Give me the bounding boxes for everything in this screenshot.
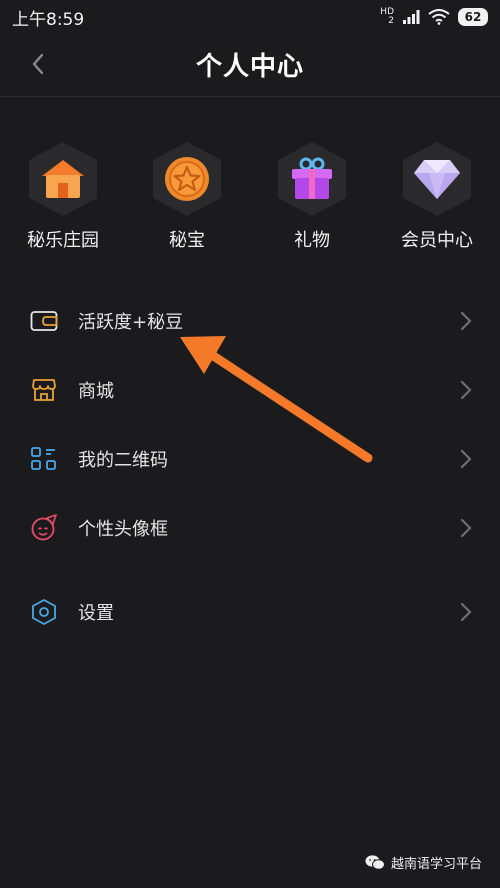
menu-item-store[interactable]: 商城 <box>0 360 500 420</box>
menu-label: 个性头像框 <box>78 519 168 540</box>
wallet-icon <box>30 311 58 331</box>
grid-label: 会员中心 <box>401 230 473 251</box>
app-header: 个人中心 <box>0 34 500 97</box>
wifi-icon <box>428 9 450 25</box>
status-icons: HD 2 62 <box>380 8 488 26</box>
hd-indicator: HD 2 <box>380 7 394 26</box>
grid-item-garden[interactable]: 秘乐庄园 <box>8 140 118 252</box>
menu-item-activity[interactable]: 活跃度+秘豆 <box>0 291 500 351</box>
status-bar: 上午8:59 HD 2 62 <box>0 0 500 34</box>
star-coin-icon <box>165 157 209 201</box>
gift-icon <box>292 157 332 199</box>
grid-label: 秘乐庄园 <box>27 230 99 251</box>
menu-item-settings[interactable]: 设置 <box>0 582 500 642</box>
menu-label: 商城 <box>78 381 114 402</box>
grid-item-gift[interactable]: 礼物 <box>257 140 367 252</box>
diamond-icon <box>414 160 460 199</box>
grid-label: 礼物 <box>294 230 330 251</box>
menu-label: 我的二维码 <box>78 450 168 471</box>
feature-grid: 秘乐庄园 秘宝 礼物 会员中心 <box>0 140 500 260</box>
grid-item-membership[interactable]: 会员中心 <box>382 140 492 252</box>
qrcode-icon <box>31 447 56 470</box>
status-time: 上午8:59 <box>12 9 85 30</box>
chevron-right-icon <box>460 380 472 400</box>
chevron-right-icon <box>460 449 472 469</box>
page-title: 个人中心 <box>195 52 304 82</box>
avatar-frame-icon <box>31 514 57 541</box>
grid-label: 秘宝 <box>169 230 205 251</box>
settings-hex-icon <box>32 599 56 625</box>
chevron-right-icon <box>460 311 472 331</box>
menu-label: 设置 <box>78 603 114 624</box>
chevron-right-icon <box>460 518 472 538</box>
house-icon <box>42 160 84 198</box>
watermark: 越南语学习平台 <box>365 853 482 872</box>
wechat-icon <box>365 855 385 870</box>
battery-icon: 62 <box>458 8 488 26</box>
menu-label: 活跃度+秘豆 <box>78 312 184 333</box>
menu-item-avatar-frame[interactable]: 个性头像框 <box>0 498 500 558</box>
grid-item-treasure[interactable]: 秘宝 <box>132 140 242 252</box>
menu-item-qrcode[interactable]: 我的二维码 <box>0 429 500 489</box>
watermark-text: 越南语学习平台 <box>390 857 482 872</box>
store-icon <box>32 379 56 401</box>
signal-icon <box>403 10 420 24</box>
chevron-right-icon <box>460 602 472 622</box>
